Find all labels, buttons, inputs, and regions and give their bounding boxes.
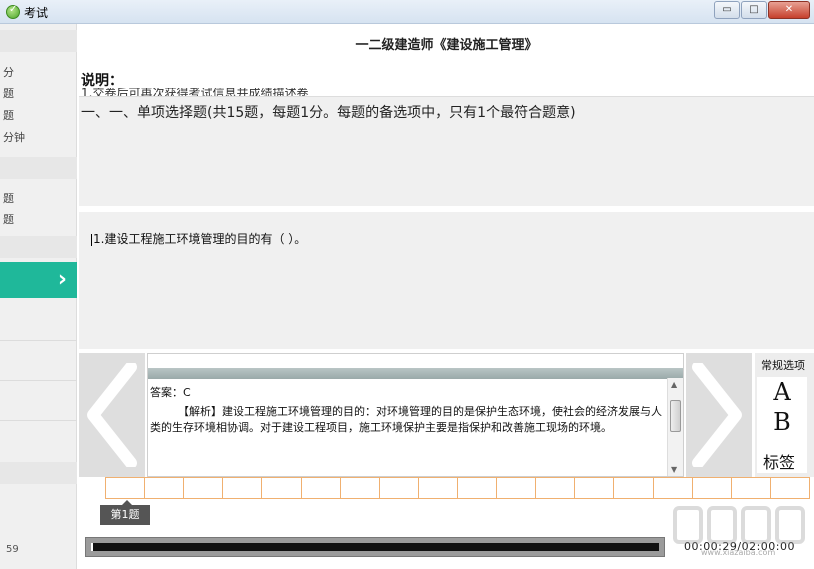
- answer-label: 答案：C: [150, 386, 191, 399]
- answer-header-bar: [148, 368, 683, 379]
- note-label: 说明：: [81, 73, 123, 89]
- question-cell[interactable]: [614, 478, 654, 498]
- question-cell[interactable]: [770, 478, 809, 498]
- window-title: 考试: [24, 6, 49, 20]
- question-cell[interactable]: [418, 478, 458, 498]
- maximize-button[interactable]: □: [741, 1, 767, 19]
- title-bar: 考试 ▭ □ ✕: [0, 0, 814, 24]
- question-cell[interactable]: [653, 478, 693, 498]
- answer-analysis: 【解析】建设工程施工环境管理的目的：对环境管理的目的是保护生态环境，使社会的经济…: [150, 405, 662, 434]
- tag-button[interactable]: 标签: [761, 449, 798, 473]
- section-heading: 一、一、单项选择题(共15题，每题1分。每题的备选项中，只有1个最符合题意): [81, 105, 576, 121]
- watermark-logo: [673, 506, 805, 544]
- sidebar-footer-band: [0, 462, 77, 484]
- question-number-grid: [105, 477, 810, 499]
- time-progress-bar: [85, 537, 665, 557]
- option-a[interactable]: A: [757, 377, 807, 407]
- question-panel: 1.建设工程施工环境管理的目的有（ ）。: [79, 212, 814, 349]
- note-body: 1.交卷后可再次获得考试信息并成绩描述卷: [81, 88, 309, 96]
- exam-title: 一二级建造师《建设施工管理》: [355, 38, 538, 53]
- question-cell[interactable]: [497, 478, 537, 498]
- next-question-button[interactable]: [686, 353, 752, 477]
- question-cell[interactable]: [106, 478, 146, 498]
- prev-question-button[interactable]: [79, 353, 145, 477]
- sidebar-bottom-number: 59: [6, 544, 19, 555]
- chevron-left-icon: [87, 363, 137, 467]
- scroll-down-icon[interactable]: ▼: [671, 465, 677, 474]
- sidebar-item-unanswered[interactable]: 题: [3, 211, 14, 227]
- question-cell[interactable]: [536, 478, 576, 498]
- answer-panel: 答案：C 【解析】建设工程施工环境管理的目的：对环境管理的目的是保护生态环境，使…: [147, 353, 684, 477]
- question-cell[interactable]: [379, 478, 419, 498]
- question-text-row[interactable]: 1.建设工程施工环境管理的目的有（ ）。: [91, 230, 306, 247]
- chevron-right-icon: [692, 363, 742, 467]
- scroll-thumb[interactable]: [670, 400, 681, 432]
- sidebar-item-active[interactable]: ›: [0, 262, 77, 298]
- divider: [0, 420, 77, 421]
- sidebar-info-duration: 分钟: [3, 131, 25, 144]
- sidebar-header-band: [0, 30, 77, 52]
- progress-track-inner: [91, 543, 659, 551]
- sidebar-section-band-2: [0, 236, 77, 258]
- question-cell[interactable]: [731, 478, 771, 498]
- close-button[interactable]: ✕: [768, 1, 810, 19]
- chevron-right-icon: ›: [57, 267, 67, 292]
- text-caret: [91, 233, 92, 246]
- question-cell[interactable]: [301, 478, 341, 498]
- current-question-label: 第1题: [100, 500, 150, 525]
- left-sidebar: 分 题 题 分钟 题 题 › 59: [0, 24, 77, 569]
- question-cell[interactable]: [223, 478, 263, 498]
- question-cell[interactable]: [145, 478, 185, 498]
- question-cell[interactable]: [457, 478, 498, 498]
- question-cell[interactable]: [262, 478, 302, 498]
- note-body-clip: 1.交卷后可再次获得考试信息并成绩描述卷: [81, 88, 781, 96]
- question-cell[interactable]: [184, 478, 224, 498]
- minimize-button[interactable]: ▭: [714, 1, 740, 19]
- options-panel: 常规选项 A B 标签: [755, 353, 814, 477]
- progress-fill: [91, 543, 94, 551]
- sidebar-info-score: 分: [3, 66, 14, 79]
- sidebar-info-questions: 题: [3, 87, 14, 100]
- question-text: 1.建设工程施工环境管理的目的有（ ）。: [93, 232, 307, 246]
- window-controls: ▭ □ ✕: [713, 1, 810, 19]
- main-area: 一二级建造师《建设施工管理》 说明： 1.交卷后可再次获得考试信息并成绩描述卷 …: [79, 24, 814, 569]
- options-title: 常规选项: [761, 359, 805, 372]
- analysis-scrollbar[interactable]: ▲ ▼: [667, 378, 683, 476]
- sidebar-info-questions-2: 题: [3, 109, 14, 122]
- divider: [0, 340, 77, 341]
- question-cell[interactable]: [340, 478, 380, 498]
- question-cell[interactable]: [575, 478, 615, 498]
- sidebar-item-answered[interactable]: 题: [3, 190, 14, 206]
- section-panel: 一、一、单项选择题(共15题，每题1分。每题的备选项中，只有1个最符合题意): [79, 96, 814, 206]
- app-icon: [6, 4, 20, 19]
- question-cell[interactable]: [692, 478, 732, 498]
- scroll-up-icon[interactable]: ▲: [671, 380, 677, 389]
- option-b[interactable]: B: [757, 407, 807, 437]
- watermark-url: www.xiazaiba.com: [701, 548, 776, 557]
- sidebar-section-band: [0, 157, 77, 179]
- divider: [0, 380, 77, 381]
